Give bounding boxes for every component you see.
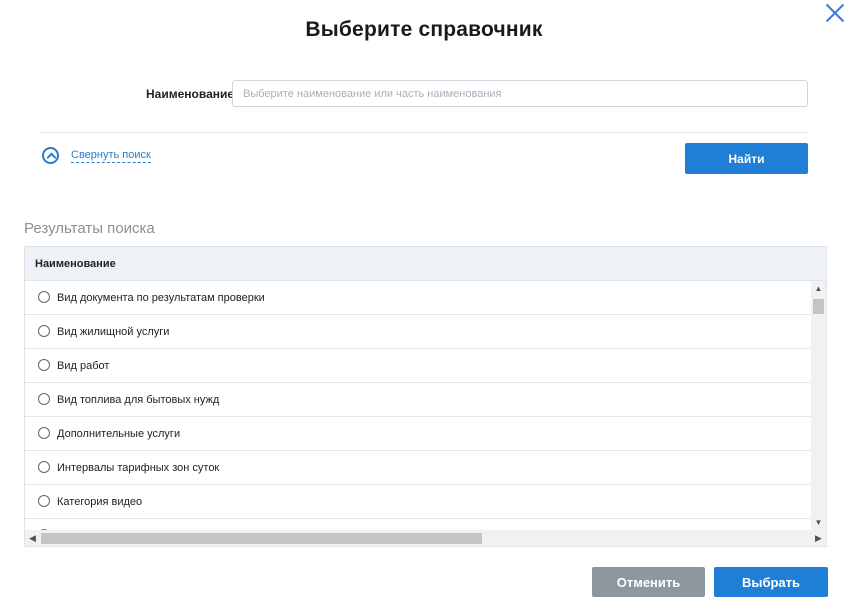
radio-button[interactable]: [38, 291, 50, 303]
find-button[interactable]: Найти: [685, 143, 808, 174]
radio-button[interactable]: [38, 495, 50, 507]
table-row[interactable]: Вид жилищной услуги: [25, 315, 811, 349]
radio-button[interactable]: [38, 393, 50, 405]
vertical-scroll-thumb[interactable]: [813, 299, 824, 314]
table-header: Наименование: [25, 247, 826, 281]
table-row[interactable]: Вид работ: [25, 349, 811, 383]
table-row[interactable]: Дополнительные услуги: [25, 417, 811, 451]
scroll-up-icon[interactable]: ▲: [811, 281, 826, 296]
radio-button[interactable]: [38, 427, 50, 439]
horizontal-scroll-thumb[interactable]: [41, 533, 482, 544]
select-button[interactable]: Выбрать: [714, 567, 828, 597]
name-search-input[interactable]: [232, 80, 808, 107]
divider: [40, 132, 808, 133]
results-title: Результаты поиска: [24, 220, 155, 237]
name-label: Наименование: [146, 87, 235, 101]
results-table: Наименование Вид документа по результата…: [24, 246, 827, 547]
table-row[interactable]: Вид документа по результатам проверки: [25, 281, 811, 315]
radio-button[interactable]: [38, 359, 50, 371]
collapse-search-link[interactable]: Свернуть поиск: [71, 149, 151, 163]
row-label: Вид жилищной услуги: [57, 326, 170, 338]
row-label: Вид документа по результатам проверки: [57, 292, 265, 304]
row-label: Вид работ: [57, 360, 110, 372]
scroll-left-icon[interactable]: ◀: [25, 530, 40, 546]
table-row-partial[interactable]: [25, 519, 811, 530]
row-label: Дополнительные услуги: [57, 428, 181, 440]
table-row[interactable]: Интервалы тарифных зон суток: [25, 451, 811, 485]
radio-button[interactable]: [38, 325, 50, 337]
cancel-button[interactable]: Отменить: [592, 567, 705, 597]
radio-button[interactable]: [38, 461, 50, 473]
scroll-down-icon[interactable]: ▼: [811, 515, 826, 530]
collapse-search-toggle[interactable]: Свернуть поиск: [42, 147, 151, 164]
table-row[interactable]: Категория видео: [25, 485, 811, 519]
table-row[interactable]: Вид топлива для бытовых нужд: [25, 383, 811, 417]
vertical-scrollbar[interactable]: ▲ ▼: [811, 281, 826, 530]
chevron-up-circle-icon: [42, 147, 59, 164]
table-body: Вид документа по результатам проверки Ви…: [25, 281, 811, 530]
row-label: Интервалы тарифных зон суток: [57, 462, 220, 474]
column-header-name: Наименование: [35, 258, 116, 270]
scroll-right-icon[interactable]: ▶: [811, 530, 826, 546]
row-label: Вид топлива для бытовых нужд: [57, 394, 220, 406]
row-label: Категория видео: [57, 496, 143, 508]
dialog-title: Выберите справочник: [305, 18, 543, 41]
horizontal-scrollbar[interactable]: ◀ ▶: [25, 530, 826, 546]
